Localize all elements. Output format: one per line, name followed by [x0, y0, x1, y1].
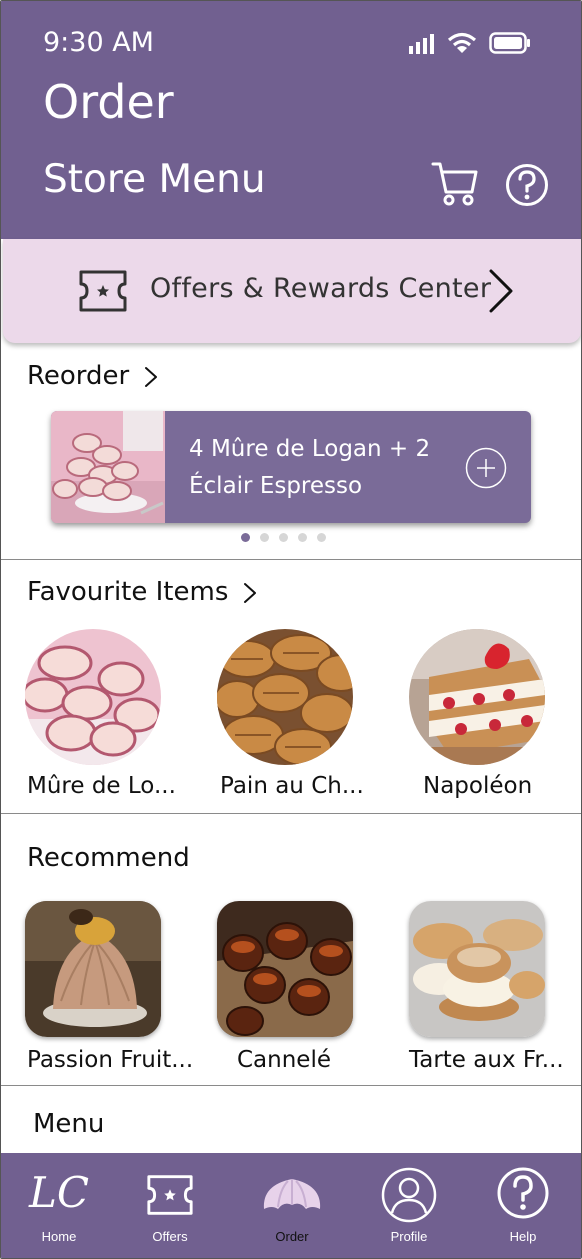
status-icons: [409, 32, 531, 54]
add-circle-icon[interactable]: [465, 447, 507, 489]
ticket-icon: [79, 270, 127, 312]
croissant-icon: [263, 1179, 321, 1209]
signal-icon: [409, 34, 434, 54]
favourite-item-image[interactable]: [409, 629, 545, 765]
chevron-right-icon: [144, 366, 157, 387]
recommend-title: Recommend: [27, 843, 190, 873]
offers-label: Offers & Rewards Center: [150, 273, 492, 304]
cannele-image: [217, 901, 353, 1037]
divider: [1, 813, 581, 814]
nav-label: Help: [509, 1229, 537, 1244]
status-time: 9:30 AM: [43, 27, 154, 58]
carousel-indicator[interactable]: [241, 533, 326, 542]
cart-icon[interactable]: [431, 161, 479, 207]
nav-label: Home: [41, 1229, 77, 1244]
carousel-dot[interactable]: [241, 533, 250, 542]
nav-label: Profile: [390, 1229, 428, 1244]
header: 9:30 AM Order Store Menu: [1, 1, 581, 239]
help-icon: [497, 1167, 549, 1219]
wifi-icon: [447, 32, 477, 53]
tarte-aux-fruits-image: [409, 901, 545, 1037]
menu-title: Menu: [33, 1109, 105, 1139]
reorder-description: 4 Mûre de Logan + 2 Éclair Espresso: [189, 431, 430, 505]
passion-fruit-dessert-image: [25, 901, 161, 1037]
chevron-right-icon: [489, 269, 513, 313]
bottom-nav: LC Home Offers Order Profile Help: [1, 1153, 581, 1258]
recommend-item-label[interactable]: Tarte aux Fr...: [409, 1047, 564, 1073]
reorder-line-1: 4 Mûre de Logan + 2: [189, 436, 431, 462]
profile-icon: [381, 1167, 437, 1223]
pain-au-chocolat-image: [217, 629, 353, 765]
nav-item-offers[interactable]: Offers: [120, 1153, 220, 1258]
nav-item-profile[interactable]: Profile: [359, 1153, 459, 1258]
app-frame: 9:30 AM Order Store Menu Offers & Reward…: [0, 0, 582, 1259]
favourites-heading[interactable]: Favourite Items: [27, 577, 257, 607]
carousel-dot[interactable]: [260, 533, 269, 542]
favourite-item-label[interactable]: Pain au Ch...: [220, 773, 364, 799]
nav-item-home[interactable]: LC Home: [9, 1153, 109, 1258]
home-logo-icon: LC: [28, 1168, 90, 1217]
nav-item-order[interactable]: Order: [242, 1153, 342, 1258]
page-subtitle: Store Menu: [43, 157, 266, 202]
favourite-item-image[interactable]: [217, 629, 353, 765]
carousel-dot[interactable]: [298, 533, 307, 542]
nav-label: Order: [275, 1229, 309, 1244]
favourite-item-label[interactable]: Napoléon: [423, 773, 532, 799]
reorder-line-2: Éclair Espresso: [189, 473, 363, 499]
battery-icon: [489, 32, 530, 54]
recommend-item-image[interactable]: [25, 901, 161, 1037]
chevron-right-icon: [243, 582, 256, 603]
divider: [1, 559, 581, 560]
nav-label: Offers: [152, 1229, 188, 1244]
macaron-image: [25, 629, 161, 765]
offers-rewards-banner[interactable]: Offers & Rewards Center: [3, 239, 581, 343]
nav-item-help[interactable]: Help: [473, 1153, 573, 1258]
recommend-item-image[interactable]: [409, 901, 545, 1037]
reorder-card[interactable]: 4 Mûre de Logan + 2 Éclair Espresso: [51, 411, 531, 523]
reorder-heading[interactable]: Reorder: [27, 361, 158, 391]
napoleon-image: [409, 629, 545, 765]
ticket-icon: [147, 1175, 193, 1215]
reorder-title: Reorder: [27, 361, 130, 391]
favourites-title: Favourite Items: [27, 577, 229, 607]
favourite-item-label[interactable]: Mûre de Lo...: [27, 773, 176, 799]
macaron-tower-image: [51, 411, 165, 523]
page-title: Order: [43, 75, 174, 129]
carousel-dot[interactable]: [317, 533, 326, 542]
recommend-item-label[interactable]: Cannelé: [237, 1047, 331, 1073]
recommend-item-label[interactable]: Passion Fruit...: [27, 1047, 193, 1073]
divider: [1, 1085, 581, 1086]
help-icon[interactable]: [505, 163, 549, 207]
favourite-item-image[interactable]: [25, 629, 161, 765]
carousel-dot[interactable]: [279, 533, 288, 542]
recommend-item-image[interactable]: [217, 901, 353, 1037]
